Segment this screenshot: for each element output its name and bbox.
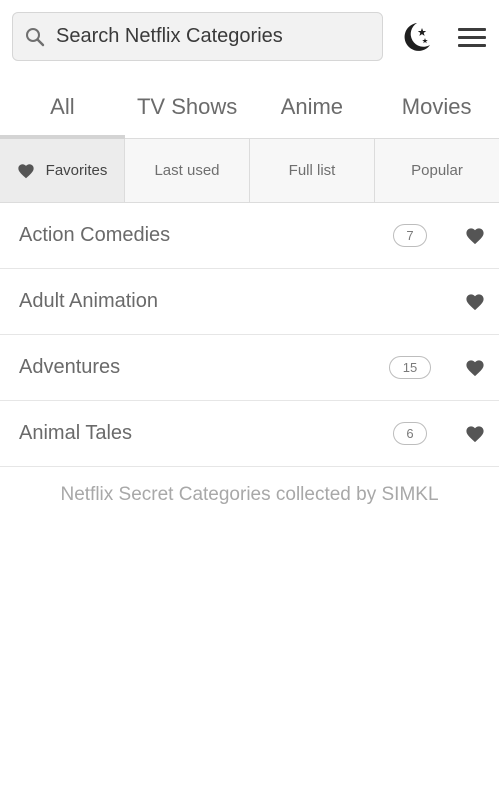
category-name: Adult Animation [19,290,158,312]
filter-tab-label: Last used [154,162,220,179]
heart-icon[interactable] [465,425,485,443]
count-badge: 15 [389,356,431,379]
count-badge: 7 [393,224,427,247]
filter-tab-label: Favorites [45,162,108,179]
tab-anime[interactable]: Anime [250,76,375,138]
tab-label: Movies [401,94,472,119]
category-name: Animal Tales [19,422,133,444]
list-item[interactable]: Animal Tales 6 [0,401,499,467]
count-badge: 6 [393,422,427,445]
list-item[interactable]: Adult Animation [0,269,499,335]
filter-tabs: Favorites Last used Full list Popular [0,139,499,203]
app-header [0,0,499,76]
tab-movies[interactable]: Movies [374,76,499,138]
tab-label: TV Shows [136,94,238,119]
night-mode-toggle[interactable] [400,20,432,54]
category-name: Adventures [19,356,121,378]
tab-label: Anime [280,94,344,119]
hamburger-menu-icon-line [458,28,486,31]
list-item[interactable]: Adventures 15 [0,335,499,401]
main-tabs: All TV Shows Anime Movies [0,76,499,139]
filter-tab-popular[interactable]: Popular [375,139,499,202]
menu-button[interactable] [456,24,488,52]
tab-tv-shows[interactable]: TV Shows [125,76,250,138]
filter-tab-full-list[interactable]: Full list [250,139,375,202]
heart-icon[interactable] [465,227,485,245]
search-box[interactable] [12,12,383,61]
heart-icon[interactable] [465,359,485,377]
filter-tab-favorites[interactable]: Favorites [0,139,125,202]
footer-note: Netflix Secret Categories collected by S… [60,484,439,505]
tab-all[interactable]: All [0,76,125,139]
hamburger-menu-icon-line [458,36,486,39]
category-name: Action Comedies [19,224,171,246]
search-input[interactable] [56,25,366,48]
list-item[interactable]: Action Comedies 7 [0,203,499,269]
hamburger-menu-icon-line [458,44,486,47]
moon-stars-icon [404,23,430,51]
filter-tab-label: Popular [411,162,463,179]
tab-label: All [50,94,75,119]
search-icon [24,26,46,48]
filter-tab-label: Full list [288,162,336,179]
filter-tab-last-used[interactable]: Last used [125,139,250,202]
heart-icon[interactable] [465,293,485,311]
heart-icon [18,163,34,178]
category-list: Action Comedies 7 Adult Animation Advent… [0,203,499,467]
